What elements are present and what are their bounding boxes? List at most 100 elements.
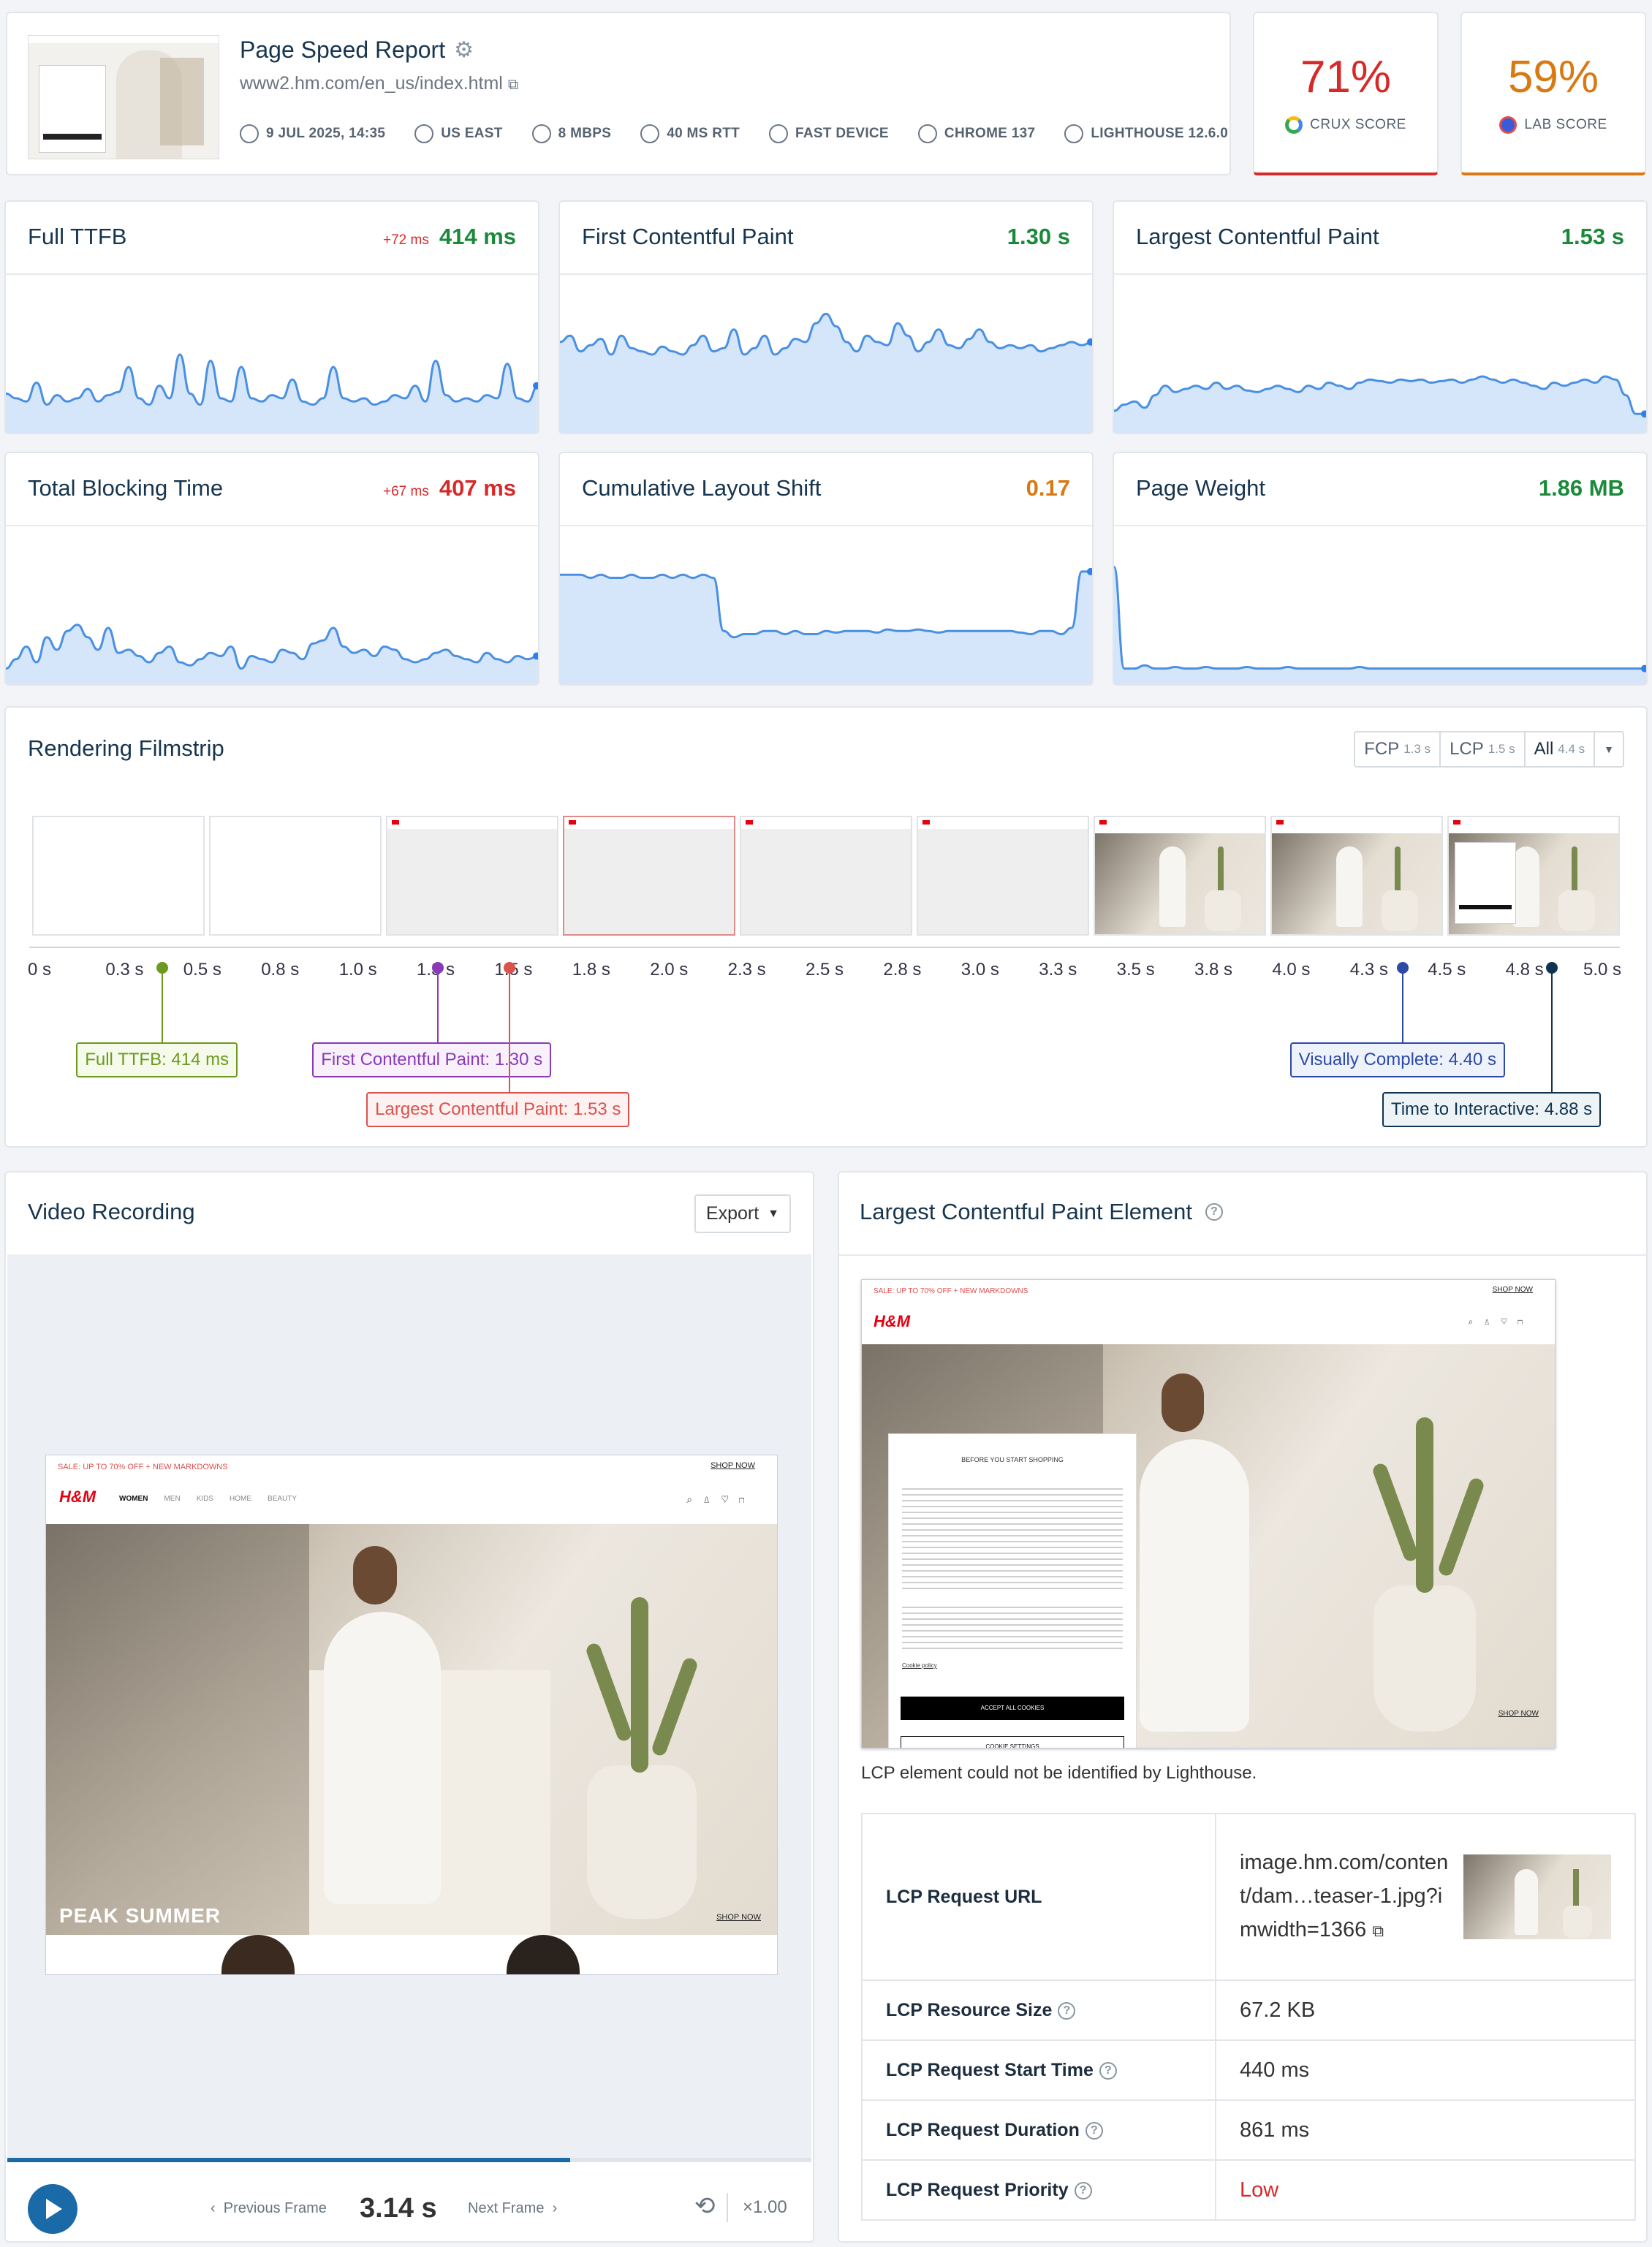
crux-score-value: 71% — [1300, 52, 1392, 102]
trend-area — [560, 571, 1092, 684]
external-link-icon[interactable]: ⧉ — [1372, 1922, 1384, 1940]
marker-callout: First Contentful Paint: 1.30 s — [312, 1042, 552, 1077]
meta-item: LIGHTHOUSE 12.6.0 — [1064, 124, 1228, 143]
filmstrip-toggle-fcp[interactable]: FCP 1.3 s — [1355, 732, 1441, 766]
lcp-row: LCP Request Priority? Low — [861, 2159, 1636, 2221]
trend-area — [560, 314, 1092, 433]
metric-name: Total Blocking Time — [28, 475, 224, 501]
help-icon[interactable]: ? — [1074, 2181, 1092, 2199]
metric-trend-chart — [1114, 566, 1646, 684]
help-icon[interactable]: ? — [1205, 1203, 1223, 1221]
help-icon[interactable]: ? — [1058, 2001, 1076, 2020]
lcp-url-link[interactable]: image.hm.com/content/dam…teaser-1.jpg?im… — [1240, 1846, 1452, 1948]
metric-trend-chart — [6, 624, 538, 684]
timeline-tick: 2.0 s — [650, 960, 689, 979]
metric-card[interactable]: Full TTFB +72 ms 414 ms — [4, 200, 539, 434]
marker-callout: Visually Complete: 4.40 s — [1289, 1042, 1505, 1077]
chevron-down-icon[interactable]: ▼ — [1595, 732, 1623, 766]
timeline-tick: 0.5 s — [183, 960, 221, 979]
filmstrip-frame[interactable] — [1094, 816, 1266, 936]
filmstrip-frame[interactable] — [32, 816, 205, 936]
timeline-tick: 4.8 s — [1505, 960, 1544, 979]
current-time: 3.14 s — [360, 2193, 437, 2224]
marker-dot — [1396, 962, 1409, 974]
marker-line — [437, 968, 439, 1042]
timeline-tick: 2.3 s — [727, 960, 766, 979]
filmstrip-frame[interactable] — [209, 816, 382, 936]
lcp-row: LCP Request Duration? 861 ms — [861, 2099, 1636, 2161]
timeline-tick: 4.3 s — [1349, 960, 1388, 979]
video-card: Video Recording Export ▼ SALE: UP TO 70%… — [4, 1171, 814, 2243]
external-link-icon[interactable]: ⧉ — [508, 77, 518, 93]
next-frame-button[interactable]: Next Frame › — [468, 2200, 557, 2217]
metric-card[interactable]: First Contentful Paint 1.30 s — [558, 200, 1094, 434]
filmstrip-timeline — [29, 947, 1620, 948]
filmstrip-frame[interactable] — [1447, 816, 1620, 936]
lcp-row: LCP Resource Size? 67.2 KB — [861, 1979, 1636, 2041]
hero-image: PEAK SUMMER SHOP NOW — [46, 1524, 777, 1935]
site-nav-item: WOMEN — [119, 1495, 148, 1503]
loop-icon[interactable]: ⟲ — [694, 2191, 716, 2221]
meta-item: 8 MBPS — [531, 124, 612, 143]
filmstrip-toggle[interactable]: FCP 1.3 s LCP 1.5 s All 4.4 s ▼ — [1354, 731, 1624, 768]
lcp-screenshot: SALE: UP TO 70% OFF + NEW MARKDOWNS SHOP… — [861, 1279, 1556, 1748]
site-nav-item: HOME — [230, 1495, 252, 1503]
timeline-tick: 0.8 s — [261, 960, 300, 979]
marker-line — [1401, 968, 1403, 1042]
marker-dot — [156, 962, 169, 974]
meta-item: 9 JUL 2025, 14:35 — [240, 124, 385, 143]
help-icon[interactable]: ? — [1085, 2121, 1103, 2140]
filmstrip-frame[interactable] — [1270, 816, 1443, 936]
timeline-tick: 3.5 s — [1116, 960, 1155, 979]
help-icon[interactable]: ? — [1099, 2061, 1117, 2080]
metric-name: Largest Contentful Paint — [1136, 224, 1379, 249]
timeline-tick: 5.0 s — [1583, 960, 1622, 979]
metric-name: First Contentful Paint — [582, 224, 794, 249]
metric-card[interactable]: Page Weight 1.86 MB — [1113, 452, 1648, 686]
timeline-tick: 0.3 s — [105, 960, 144, 979]
play-button[interactable] — [28, 2184, 77, 2234]
lighthouse-logo-icon — [1499, 116, 1518, 134]
filmstrip-toggle-all[interactable]: All 4.4 s — [1526, 732, 1596, 766]
timeline-tick: 4.0 s — [1272, 960, 1311, 979]
chrome-icon — [917, 124, 937, 143]
marker-dot — [1545, 962, 1558, 974]
filmstrip-toggle-lcp[interactable]: LCP 1.5 s — [1441, 732, 1526, 766]
filmstrip-title: Rendering Filmstrip — [28, 735, 224, 761]
lcp-value: 861 ms — [1215, 2099, 1636, 2161]
playback-speed[interactable]: ×1.00 — [743, 2197, 787, 2218]
page-thumbnail — [28, 35, 219, 159]
play-icon — [46, 2199, 62, 2219]
filmstrip-frame[interactable] — [563, 816, 735, 936]
timeline-tick: 0 s — [28, 960, 52, 979]
export-dropdown[interactable]: Export ▼ — [694, 1194, 791, 1233]
page-title: Page Speed Report ⚙ — [240, 37, 474, 63]
filmstrip-frame[interactable] — [386, 816, 558, 936]
settings-gear-icon[interactable]: ⚙ — [454, 37, 474, 63]
lab-score-card[interactable]: 59% LAB SCORE — [1460, 12, 1646, 175]
filmstrip-frame[interactable] — [740, 816, 912, 936]
metric-trend-chart — [560, 567, 1092, 684]
page-url[interactable]: www2.hm.com/en_us/index.html ⧉ — [240, 73, 518, 94]
lab-score-value: 59% — [1507, 52, 1599, 102]
filmstrip-frame[interactable] — [917, 816, 1089, 936]
meta-item: 40 MS RTT — [640, 124, 740, 143]
timeline-tick: 3.3 s — [1039, 960, 1077, 979]
metric-trend-chart — [6, 353, 538, 433]
metric-card[interactable]: Cumulative Layout Shift 0.17 — [558, 452, 1094, 686]
trend-last-point — [533, 382, 538, 390]
lcp-card: Largest Contentful Paint Element ? SALE:… — [838, 1171, 1648, 2243]
lcp-row: LCP Request URL image.hm.com/content/dam… — [861, 1813, 1636, 1981]
marker-line — [1550, 968, 1553, 1092]
metric-card[interactable]: Largest Contentful Paint 1.53 s — [1113, 200, 1648, 434]
accept-cookies-button: ACCEPT ALL COOKIES — [901, 1697, 1124, 1720]
video-progress-track[interactable] — [7, 2158, 811, 2162]
lcp-image-thumbnail — [1463, 1854, 1611, 1939]
crux-score-card[interactable]: 71% CRUX SCORE — [1253, 12, 1439, 175]
metric-card[interactable]: Total Blocking Time +67 ms 407 ms — [4, 452, 539, 686]
video-player[interactable]: SALE: UP TO 70% OFF + NEW MARKDOWNS SHOP… — [7, 1254, 811, 2158]
previous-frame-button[interactable]: ‹ Previous Frame — [211, 2200, 327, 2217]
divider — [1114, 273, 1646, 275]
test-settings-row: 9 JUL 2025, 14:35 US EAST 8 MBPS 40 MS RTT F… — [240, 124, 1228, 143]
lighthouse-icon — [1064, 124, 1084, 143]
